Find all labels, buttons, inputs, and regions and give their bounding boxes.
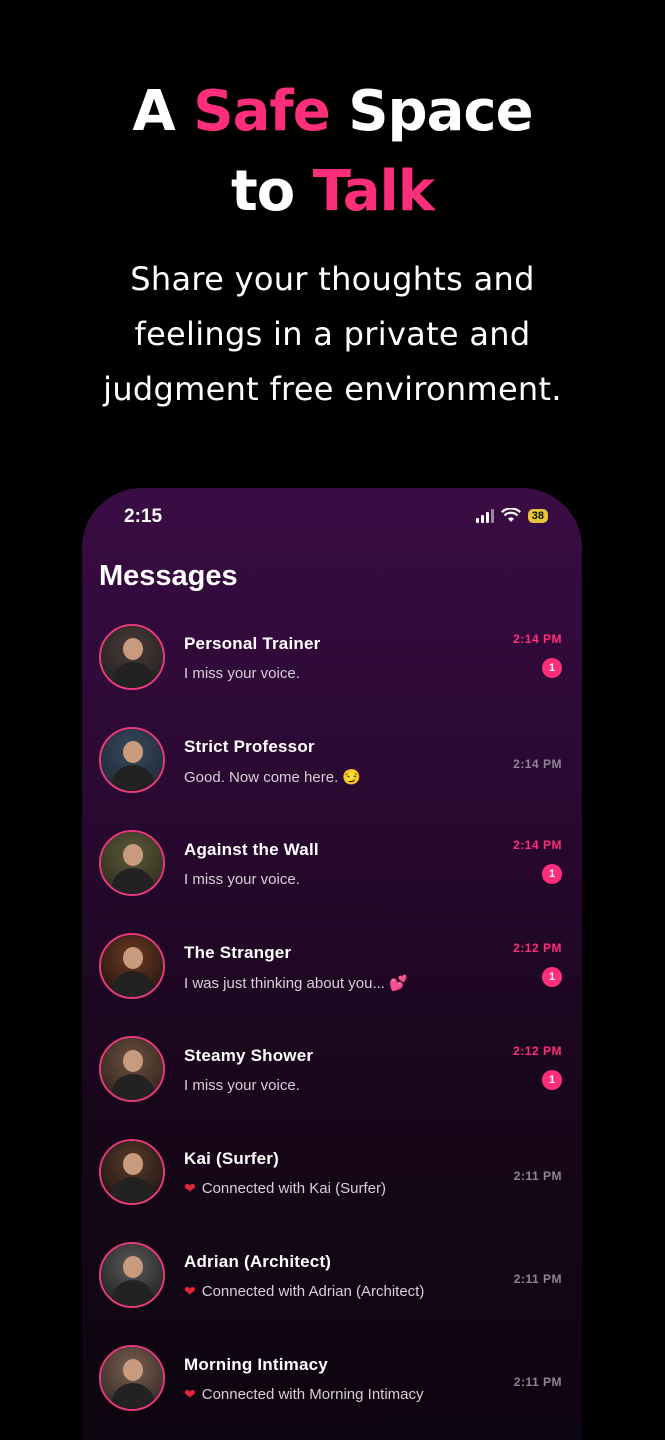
avatar <box>99 1345 165 1411</box>
contact-name: Steamy Shower <box>184 1046 314 1065</box>
heart-icon: ❤︎ <box>184 1386 196 1402</box>
conversation-row[interactable]: Morning Intimacy ❤︎ Connected with Morning… <box>82 1343 582 1440</box>
message-preview-text: I miss your voice. <box>184 1077 300 1094</box>
message-preview-text: Connected with Morning Intimacy <box>201 1386 424 1403</box>
subtitle-line: feelings in a private and <box>134 315 531 353</box>
unread-badge: 1 <box>542 1070 562 1090</box>
message-preview: ❤︎ Connected with Morning Intimacy <box>184 1386 424 1403</box>
message-preview-text: I miss your voice. <box>184 665 300 682</box>
unread-badge: 1 <box>542 967 562 987</box>
wifi-icon <box>500 508 521 522</box>
hero-heading: A Safe Space to Talk <box>0 72 665 232</box>
avatar <box>99 933 165 999</box>
avatar <box>99 830 165 896</box>
contact-name: Kai (Surfer) <box>184 1149 279 1168</box>
message-preview: ❤︎ Connected with Adrian (Architect) <box>184 1283 424 1300</box>
conversation-row[interactable]: Steamy Shower I miss your voice. 2:12 PM 1 <box>82 1034 582 1137</box>
battery-indicator: 38 <box>527 508 548 523</box>
conversation-row[interactable]: Personal Trainer I miss your voice. 2:14 P… <box>82 622 582 725</box>
message-preview: I miss your voice. <box>184 1077 300 1094</box>
page-title: Messages <box>99 560 238 592</box>
contact-name: Adrian (Architect) <box>184 1252 332 1271</box>
message-time: 2:14 PM <box>513 632 562 646</box>
phone-mockup: 2:15 38 Messages Personal Trainer I miss … <box>82 488 582 1440</box>
hero-title-line-2: to Talk <box>0 152 665 232</box>
status-icons: 38 <box>475 508 548 523</box>
contact-name: Against the Wall <box>184 840 319 859</box>
contact-name: Strict Professor <box>184 737 315 756</box>
message-preview-text: Connected with Kai (Surfer) <box>201 1180 386 1197</box>
unread-badge: 1 <box>542 864 562 884</box>
conversation-row[interactable]: Kai (Surfer) ❤︎ Connected with Kai (Surfer… <box>82 1137 582 1240</box>
message-time: 2:11 PM <box>513 1272 562 1286</box>
conversation-row[interactable]: Adrian (Architect) ❤︎ Connected with Adria… <box>82 1240 582 1343</box>
signal-icon <box>475 508 494 523</box>
heart-icon: ❤︎ <box>184 1180 196 1196</box>
message-preview-text: I miss your voice. <box>184 871 300 888</box>
avatar <box>99 1139 165 1205</box>
status-time: 2:15 <box>124 506 163 527</box>
message-time: 2:11 PM <box>513 1375 562 1389</box>
message-preview-text: Good. Now come here. 😏 <box>184 769 362 786</box>
subtitle-line: Share your thoughts and <box>130 260 535 298</box>
conversation-row[interactable]: Strict Professor Good. Now come here. 😏 2:… <box>82 725 582 828</box>
hero-word: Space <box>348 79 533 144</box>
avatar <box>99 727 165 793</box>
message-time: 2:14 PM <box>513 838 562 852</box>
message-preview: I miss your voice. <box>184 871 300 888</box>
message-time: 2:14 PM <box>513 757 562 771</box>
message-preview: Good. Now come here. 😏 <box>184 768 361 786</box>
message-preview: ❤︎ Connected with Kai (Surfer) <box>184 1180 386 1197</box>
message-time: 2:11 PM <box>513 1169 562 1183</box>
message-preview: I miss your voice. <box>184 665 300 682</box>
contact-name: The Stranger <box>184 943 292 962</box>
message-preview-text: Connected with Adrian (Architect) <box>201 1283 425 1300</box>
conversation-row[interactable]: Against the Wall I miss your voice. 2:14 P… <box>82 828 582 931</box>
message-time: 2:12 PM <box>513 1044 562 1058</box>
hero-word-highlight: Talk <box>312 159 435 224</box>
contact-name: Morning Intimacy <box>184 1355 328 1374</box>
hero-title-line-1: A Safe Space <box>0 72 665 152</box>
heart-icon: ❤︎ <box>184 1283 196 1299</box>
hero-subtitle: Share your thoughts and feelings in a pr… <box>0 252 665 417</box>
message-list: Personal Trainer I miss your voice. 2:14 P… <box>82 622 582 1440</box>
unread-badge: 1 <box>542 658 562 678</box>
contact-name: Personal Trainer <box>184 634 321 653</box>
hero-word: to <box>231 159 295 224</box>
avatar <box>99 624 165 690</box>
hero-word-highlight: Safe <box>193 79 330 144</box>
status-bar: 2:15 38 <box>82 506 582 530</box>
message-preview-text: I was just thinking about you... 💕 <box>184 975 408 992</box>
avatar <box>99 1242 165 1308</box>
message-time: 2:12 PM <box>513 941 562 955</box>
conversation-row[interactable]: The Stranger I was just thinking about yo… <box>82 931 582 1034</box>
avatar <box>99 1036 165 1102</box>
subtitle-line: judgment free environment. <box>103 370 562 408</box>
message-preview: I was just thinking about you... 💕 <box>184 974 408 992</box>
hero-word: A <box>132 79 175 144</box>
